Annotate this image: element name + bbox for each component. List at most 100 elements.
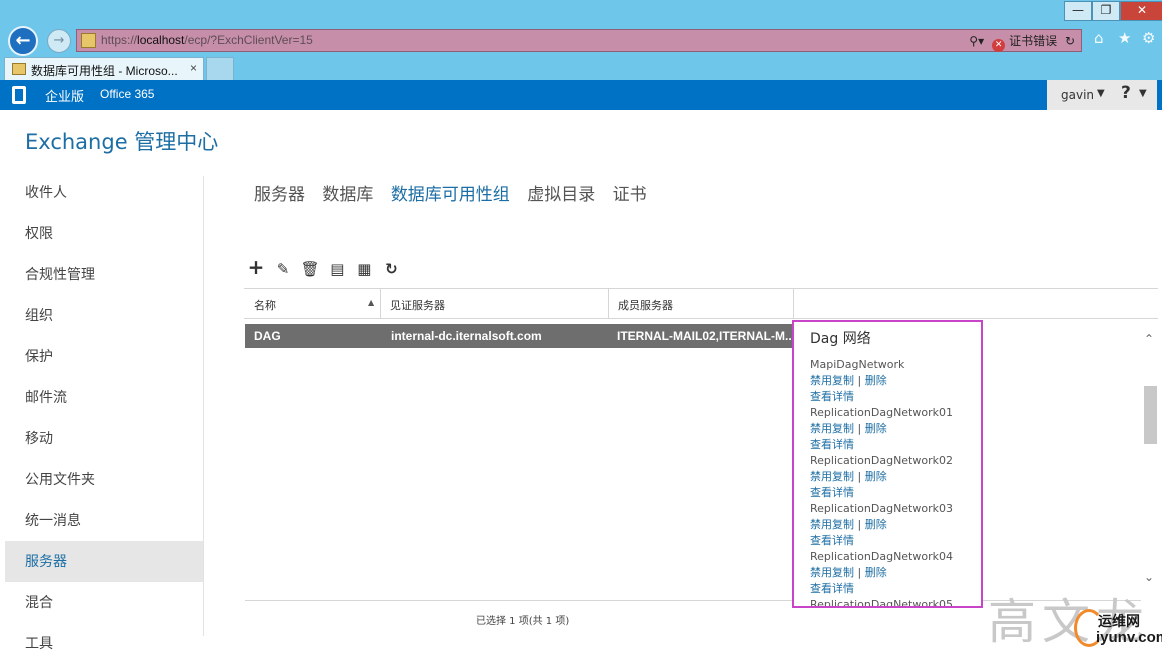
url-text[interactable]: https://localhost/ecp/?ExchClientVer=15 bbox=[101, 33, 313, 47]
search-icon[interactable]: ⚲▾ bbox=[969, 34, 984, 48]
forward-button[interactable]: → bbox=[47, 29, 71, 53]
nav-item-mobile[interactable]: 移动 bbox=[5, 418, 203, 459]
refresh-icon[interactable]: ↻ bbox=[381, 258, 401, 280]
tab-databases[interactable]: 数据库 bbox=[322, 185, 373, 205]
network-name: ReplicationDagNetwork04 bbox=[810, 550, 953, 563]
configure-network-icon[interactable]: ▦ bbox=[354, 258, 374, 280]
disable-replication-link[interactable]: 禁用复制 bbox=[810, 518, 854, 531]
address-bar[interactable]: https://localhost/ecp/?ExchClientVer=15 … bbox=[76, 29, 1082, 52]
toolbar: + ✎ 🗑 ▤ ▦ ↻ bbox=[246, 256, 403, 278]
nav-item-organization[interactable]: 组织 bbox=[5, 295, 203, 336]
sort-ascending-icon[interactable]: ▲ bbox=[368, 298, 374, 307]
column-member-servers[interactable]: 成员服务器 bbox=[618, 297, 673, 313]
back-button[interactable]: ← bbox=[8, 26, 38, 56]
help-chevron-down-icon[interactable]: ▼ bbox=[1139, 88, 1147, 99]
remove-link[interactable]: 删除 bbox=[865, 374, 887, 387]
nav-item-mail-flow[interactable]: 邮件流 bbox=[5, 377, 203, 418]
scrollbar-thumb[interactable] bbox=[1144, 386, 1157, 444]
nav-item-permissions[interactable]: 权限 bbox=[5, 213, 203, 254]
network-name: MapiDagNetwork bbox=[810, 358, 905, 371]
details-scrollbar[interactable]: ⌃ ⌄ bbox=[1142, 320, 1159, 590]
column-name[interactable]: 名称 bbox=[254, 297, 276, 313]
page-icon bbox=[81, 33, 96, 48]
office365-link[interactable]: Office 365 bbox=[100, 87, 154, 101]
minimize-button[interactable]: — bbox=[1064, 1, 1092, 21]
chevron-down-icon[interactable]: ▼ bbox=[1097, 88, 1105, 99]
disable-replication-link[interactable]: 禁用复制 bbox=[810, 422, 854, 435]
row-members: ITERNAL-MAIL02,ITERNAL-M... bbox=[617, 329, 795, 343]
table-row[interactable]: DAG internal-dc.iternalsoft.com ITERNAL-… bbox=[245, 324, 795, 348]
tab-virtual-directories[interactable]: 虚拟目录 bbox=[527, 185, 595, 205]
tab-servers[interactable]: 服务器 bbox=[254, 185, 305, 205]
link-separator: | bbox=[857, 566, 862, 579]
row-name: DAG bbox=[254, 329, 281, 343]
dag-network-item: MapiDagNetwork 禁用复制 | 删除 查看详情 bbox=[810, 357, 981, 405]
delete-icon[interactable]: 🗑 bbox=[300, 258, 320, 280]
refresh-page-icon[interactable]: ↻ bbox=[1065, 34, 1075, 48]
url-host: localhost bbox=[137, 33, 185, 47]
nav-item-public-folders[interactable]: 公用文件夹 bbox=[5, 459, 203, 500]
nav-item-unified-messaging[interactable]: 统一消息 bbox=[5, 500, 203, 541]
help-icon[interactable]: ? bbox=[1121, 83, 1131, 103]
remove-link[interactable]: 删除 bbox=[865, 422, 887, 435]
dag-network-item: ReplicationDagNetwork04 禁用复制 | 删除 查看详情 bbox=[810, 549, 981, 597]
nav-item-hybrid[interactable]: 混合 bbox=[5, 582, 203, 623]
home-icon[interactable]: ⌂ bbox=[1094, 29, 1104, 47]
remove-link[interactable]: 删除 bbox=[865, 518, 887, 531]
edit-icon[interactable]: ✎ bbox=[273, 258, 293, 280]
url-prefix: https:// bbox=[101, 33, 138, 47]
network-name: ReplicationDagNetwork05 bbox=[810, 598, 953, 608]
tab-database-availability-groups[interactable]: 数据库可用性组 bbox=[391, 185, 510, 205]
view-details-link[interactable]: 查看详情 bbox=[810, 485, 981, 501]
remove-link[interactable]: 删除 bbox=[865, 566, 887, 579]
column-divider bbox=[608, 289, 609, 319]
disable-replication-link[interactable]: 禁用复制 bbox=[810, 566, 854, 579]
close-window-button[interactable]: ✕ bbox=[1120, 1, 1162, 21]
cert-error-icon[interactable]: ✕ bbox=[992, 39, 1006, 52]
cert-error-label[interactable]: 证书错误 bbox=[1009, 34, 1057, 48]
browser-navbar: ← → https://localhost/ecp/?ExchClientVer… bbox=[0, 24, 1162, 56]
left-nav: 收件人 权限 合规性管理 组织 保护 邮件流 移动 公用文件夹 统一消息 服务器… bbox=[5, 172, 203, 655]
view-details-link[interactable]: 查看详情 bbox=[810, 533, 981, 549]
site-logo: 运维网 iyunv.com bbox=[1074, 607, 1162, 651]
dag-network-item: ReplicationDagNetwork05 bbox=[810, 597, 981, 608]
view-details-link[interactable]: 查看详情 bbox=[810, 581, 981, 597]
settings-gear-icon[interactable]: ⚙ bbox=[1142, 29, 1155, 47]
tab-close-icon[interactable]: × bbox=[190, 61, 197, 75]
office-logo-icon[interactable] bbox=[12, 86, 26, 104]
disable-replication-link[interactable]: 禁用复制 bbox=[810, 470, 854, 483]
nav-item-tools[interactable]: 工具 bbox=[5, 623, 203, 655]
view-details-link[interactable]: 查看详情 bbox=[810, 437, 981, 453]
edition-label[interactable]: 企业版 bbox=[45, 86, 84, 105]
disable-replication-link[interactable]: 禁用复制 bbox=[810, 374, 854, 387]
network-name: ReplicationDagNetwork02 bbox=[810, 454, 953, 467]
new-tab-button[interactable] bbox=[206, 57, 234, 80]
url-path: /ecp/?ExchClientVer=15 bbox=[184, 33, 313, 47]
nav-item-servers[interactable]: 服务器 bbox=[5, 541, 203, 582]
logo-site-cn: 运维网 bbox=[1098, 614, 1140, 630]
remove-link[interactable]: 删除 bbox=[865, 470, 887, 483]
column-divider bbox=[380, 289, 381, 319]
details-title: Dag 网络 bbox=[810, 331, 871, 347]
add-icon[interactable]: + bbox=[246, 256, 266, 278]
column-witness-server[interactable]: 见证服务器 bbox=[390, 297, 445, 313]
restore-button[interactable]: ❐ bbox=[1092, 1, 1120, 21]
nav-item-compliance[interactable]: 合规性管理 bbox=[5, 254, 203, 295]
logo-site: iyunv.com bbox=[1096, 629, 1162, 646]
link-separator: | bbox=[857, 422, 862, 435]
user-name[interactable]: gavin bbox=[1061, 88, 1094, 102]
link-separator: | bbox=[857, 470, 862, 483]
manage-members-icon[interactable]: ▤ bbox=[327, 258, 347, 280]
nav-item-recipients[interactable]: 收件人 bbox=[5, 172, 203, 213]
dag-network-item: ReplicationDagNetwork02 禁用复制 | 删除 查看详情 bbox=[810, 453, 981, 501]
user-menu[interactable]: gavin ▼ ? ▼ bbox=[1047, 80, 1157, 110]
nav-item-protection[interactable]: 保护 bbox=[5, 336, 203, 377]
table-header: 名称 ▲ 见证服务器 成员服务器 bbox=[244, 288, 1158, 319]
view-details-link[interactable]: 查看详情 bbox=[810, 389, 981, 405]
tab-certificates[interactable]: 证书 bbox=[613, 185, 647, 205]
scroll-up-icon[interactable]: ⌃ bbox=[1144, 332, 1154, 346]
browser-tab-active[interactable]: 数据库可用性组 - Microso... × bbox=[4, 57, 204, 80]
favorites-icon[interactable]: ★ bbox=[1118, 29, 1131, 47]
window-titlebar: — ❐ ✕ bbox=[0, 0, 1162, 24]
office365-bar: 企业版 Office 365 gavin ▼ ? ▼ bbox=[0, 80, 1162, 110]
